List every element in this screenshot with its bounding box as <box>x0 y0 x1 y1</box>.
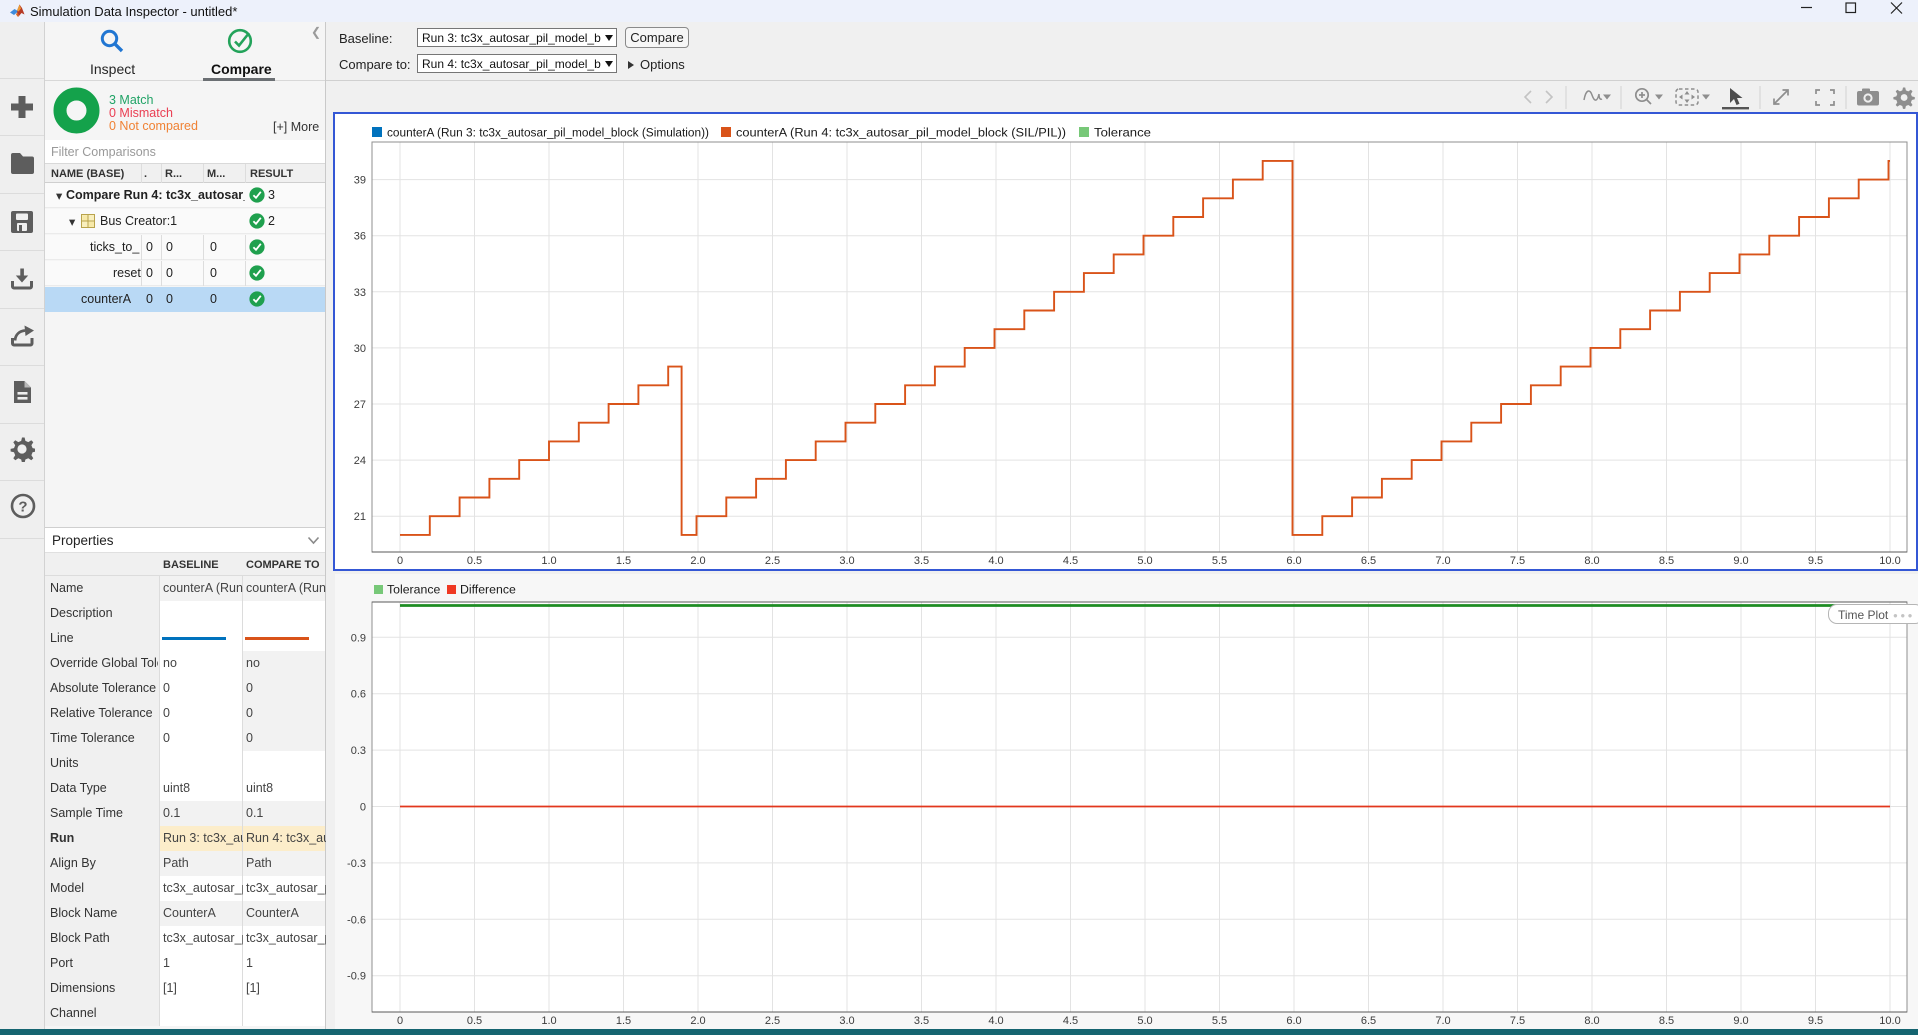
svg-text:-0.6: -0.6 <box>347 914 366 926</box>
svg-text:3.5: 3.5 <box>914 555 929 567</box>
svg-text:7.0: 7.0 <box>1435 555 1450 567</box>
svg-text:2.0: 2.0 <box>690 1015 705 1027</box>
svg-text:Tolerance: Tolerance <box>1094 126 1151 140</box>
svg-text:39: 39 <box>354 175 366 187</box>
svg-text:0.5: 0.5 <box>467 555 482 567</box>
svg-text:0: 0 <box>360 802 366 814</box>
svg-text:3.0: 3.0 <box>839 1015 854 1027</box>
svg-text:5.5: 5.5 <box>1212 1015 1227 1027</box>
svg-text:3.0: 3.0 <box>839 555 854 567</box>
svg-text:Difference: Difference <box>460 583 516 597</box>
svg-text:6.5: 6.5 <box>1361 555 1376 567</box>
svg-text:0.5: 0.5 <box>467 1015 482 1027</box>
svg-text:6.5: 6.5 <box>1361 1015 1376 1027</box>
svg-text:4.0: 4.0 <box>988 555 1003 567</box>
svg-text:36: 36 <box>354 231 366 243</box>
svg-text:0.9: 0.9 <box>351 632 366 644</box>
svg-text:8.5: 8.5 <box>1659 1015 1674 1027</box>
svg-text:21: 21 <box>354 511 366 523</box>
svg-text:4.5: 4.5 <box>1063 555 1078 567</box>
svg-text:10.0: 10.0 <box>1879 1015 1900 1027</box>
svg-text:0: 0 <box>397 555 403 567</box>
svg-text:7.5: 7.5 <box>1510 1015 1525 1027</box>
svg-text:counterA (Run 3: tc3x_autosar_: counterA (Run 3: tc3x_autosar_pil_model_… <box>387 126 709 140</box>
svg-text:counterA (Run 4: tc3x_autosar_: counterA (Run 4: tc3x_autosar_pil_model_… <box>736 126 1066 140</box>
svg-text:4.5: 4.5 <box>1063 1015 1078 1027</box>
svg-text:5.0: 5.0 <box>1137 1015 1152 1027</box>
svg-text:2.0: 2.0 <box>690 555 705 567</box>
svg-text:8.0: 8.0 <box>1584 1015 1599 1027</box>
svg-text:33: 33 <box>354 287 366 299</box>
svg-text:8.5: 8.5 <box>1659 555 1674 567</box>
svg-text:0.6: 0.6 <box>351 689 366 701</box>
svg-text:27: 27 <box>354 399 366 411</box>
svg-text:-0.3: -0.3 <box>347 858 366 870</box>
svg-text:6.0: 6.0 <box>1286 1015 1301 1027</box>
svg-text:0.3: 0.3 <box>351 745 366 757</box>
svg-text:8.0: 8.0 <box>1584 555 1599 567</box>
svg-text:9.5: 9.5 <box>1808 1015 1823 1027</box>
svg-text:5.5: 5.5 <box>1212 555 1227 567</box>
svg-text:2.5: 2.5 <box>765 555 780 567</box>
svg-text:0: 0 <box>397 1015 403 1027</box>
svg-text:9.0: 9.0 <box>1733 555 1748 567</box>
svg-text:5.0: 5.0 <box>1137 555 1152 567</box>
svg-text:-0.9: -0.9 <box>347 971 366 983</box>
svg-text:30: 30 <box>354 343 366 355</box>
svg-text:1.0: 1.0 <box>541 1015 556 1027</box>
svg-text:?: ? <box>18 499 27 516</box>
svg-text:10.0: 10.0 <box>1879 555 1900 567</box>
svg-text:4.0: 4.0 <box>988 1015 1003 1027</box>
svg-text:1.5: 1.5 <box>616 555 631 567</box>
svg-text:7.5: 7.5 <box>1510 555 1525 567</box>
svg-text:9.5: 9.5 <box>1808 555 1823 567</box>
svg-text:3.5: 3.5 <box>914 1015 929 1027</box>
svg-text:2.5: 2.5 <box>765 1015 780 1027</box>
svg-text:1.0: 1.0 <box>541 555 556 567</box>
svg-text:24: 24 <box>354 455 366 467</box>
svg-text:6.0: 6.0 <box>1286 555 1301 567</box>
svg-text:Tolerance: Tolerance <box>387 583 440 597</box>
svg-text:1.5: 1.5 <box>616 1015 631 1027</box>
svg-text:9.0: 9.0 <box>1733 1015 1748 1027</box>
svg-text:7.0: 7.0 <box>1435 1015 1450 1027</box>
